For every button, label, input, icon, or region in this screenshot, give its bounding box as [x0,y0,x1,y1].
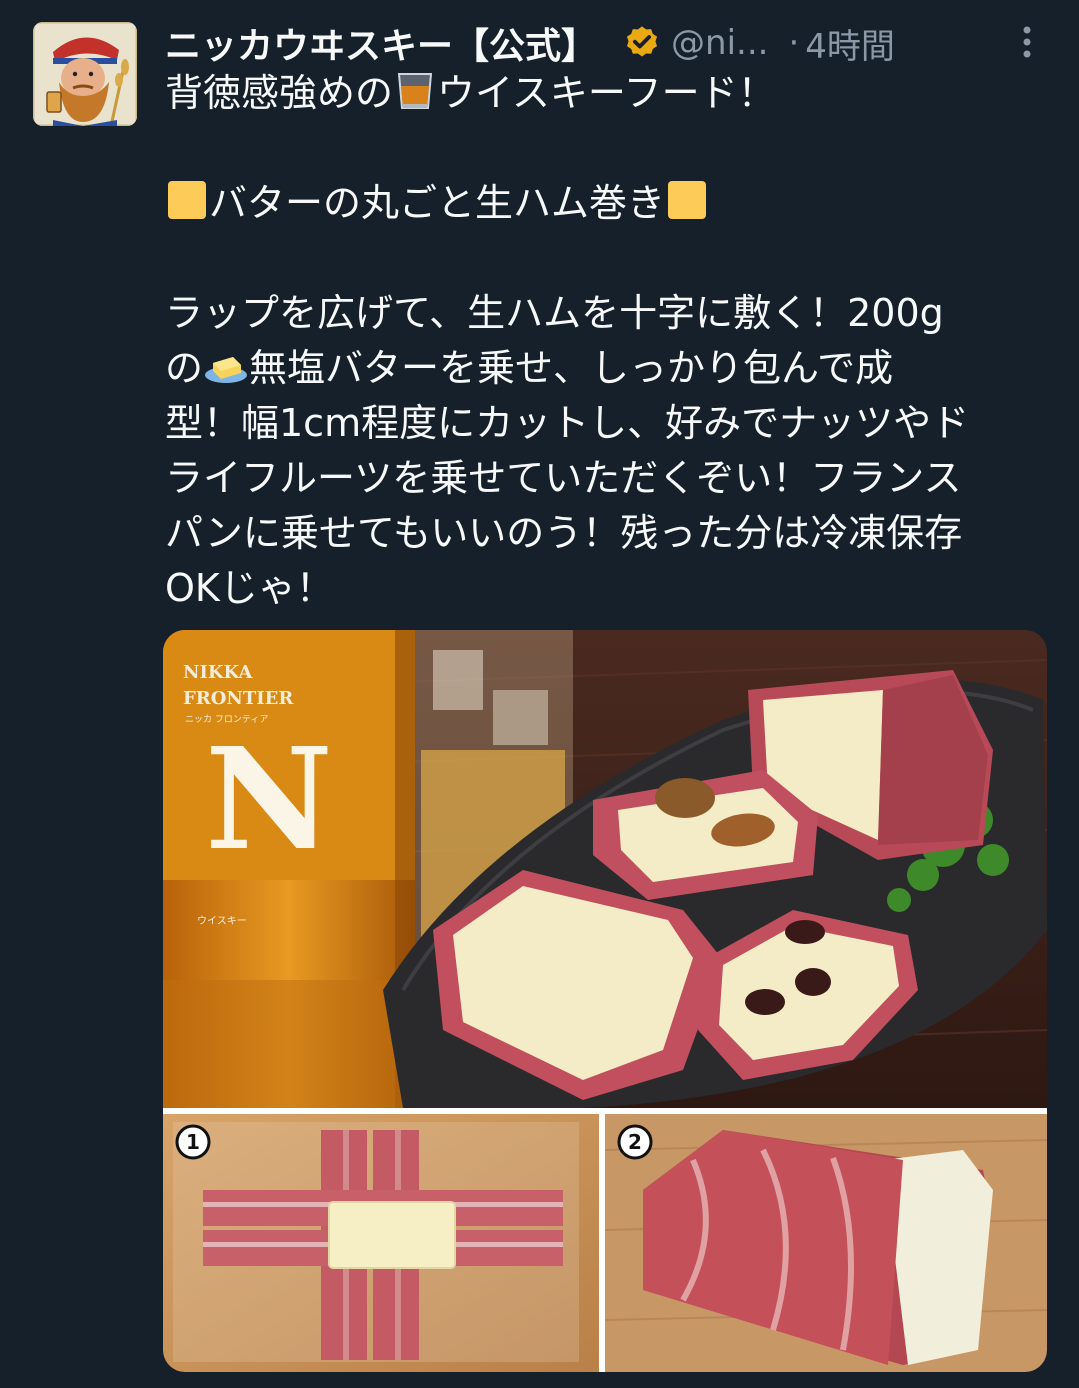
step-2-label: 2 [628,1130,642,1154]
tweet-text-line: OKじゃ！ [165,566,334,610]
text-segment: 背徳感強めの [165,71,394,115]
bottle-brand: NIKKA [183,662,253,683]
tweet[interactable]: ニッカウヰスキー【公式】 @ni... · 4時間 背徳感強めの ウイスキーフー… [0,0,1079,1388]
step-1-label: 1 [186,1130,200,1154]
tweet-media-image[interactable]: NIKKA FRONTIER ニッカ フロンティア N ウイスキー 1 2 [163,630,1047,1372]
bottle-type: ウイスキー [197,915,247,927]
yellow-square-icon [168,181,206,219]
butter-icon [205,357,248,383]
bottle-name: FRONTIER [183,688,294,709]
tweet-text: 背徳感強めの ウイスキーフード！ バターの丸ごと生ハム巻き ラップを広げて、生ハ… [165,66,1055,616]
tweet-header: ニッカウヰスキー【公式】 @ni... · 4時間 [165,18,895,68]
display-name[interactable]: ニッカウヰスキー【公式】 [165,17,597,69]
timestamp[interactable]: 4時間 [805,19,895,68]
tweet-text-line: 型！幅1cm程度にカットし、好みでナッツやド [165,401,970,445]
author-handle[interactable]: @ni... [671,23,768,63]
avatar-illustration [33,22,137,126]
avatar[interactable] [33,22,137,126]
tweet-text-line: パンに乗せてもいいのう！残った分は冷凍保存 [165,511,963,555]
verified-badge-icon [626,26,658,57]
text-segment: 無塩バターを乗せ、しっかり包んで成 [249,346,894,390]
more-options-icon[interactable] [1012,22,1042,62]
tumbler-glass-icon [397,73,433,109]
tweet-text-line: ラップを広げて、生ハムを十字に敷く！200g [165,291,944,335]
tweet-text-heading: バターの丸ごと生ハム巻き [165,176,1055,231]
text-segment: の [165,346,204,390]
tweet-text-line: 背徳感強めの ウイスキーフード！ [165,66,1055,121]
tweet-text-line: ライフルーツを乗せていただくぞい！フランス [165,456,962,500]
text-segment: ウイスキーフード！ [437,71,776,115]
recipe-title: バターの丸ごと生ハム巻き [209,181,666,225]
yellow-square-icon [668,181,707,219]
recipe-photo: NIKKA FRONTIER ニッカ フロンティア N ウイスキー 1 2 [163,630,1047,1372]
bottle-letter: N [205,718,333,882]
tweet-text-line: の 無塩バターを乗せ、しっかり包んで成 [165,341,1055,396]
time-separator: · [788,23,800,63]
